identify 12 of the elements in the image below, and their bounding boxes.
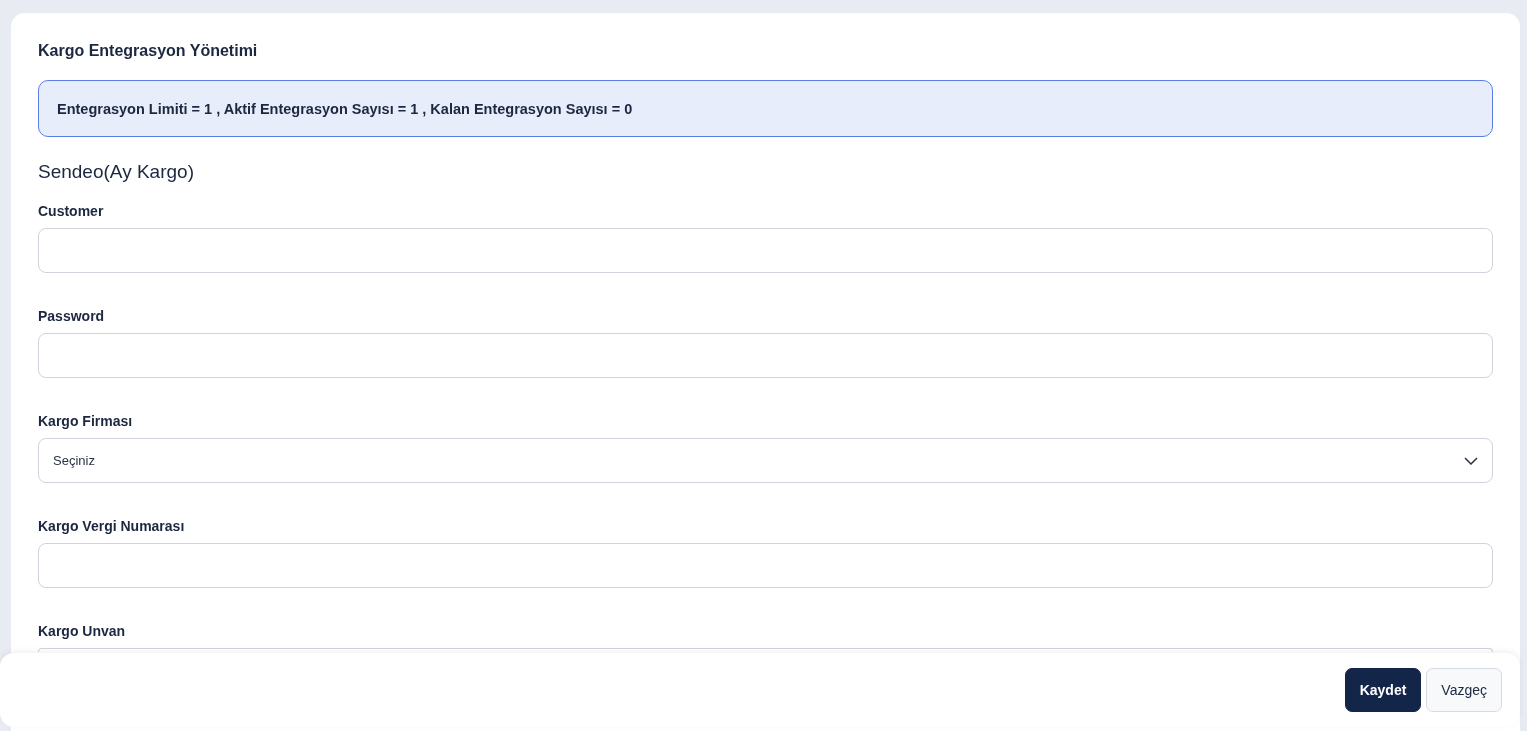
field-label: Password (38, 307, 106, 325)
field-label: Kargo Unvan (38, 622, 127, 640)
field-label: Kargo Firması (38, 412, 134, 430)
field-label: Kargo Vergi Numarası (38, 517, 186, 535)
chevron-down-icon (1464, 456, 1478, 465)
section-title: Sendeo(Ay Kargo) (38, 160, 195, 184)
field-label: Customer (38, 202, 105, 220)
info-banner: Entegrasyon Limiti = 1 , Aktif Entegrasyon Sayısı = 1 , Kalan Entegrasyon Sayısı = 0 (38, 80, 1493, 137)
select-field[interactable]: Seçiniz (38, 438, 1493, 483)
save-button[interactable]: Kaydet (1344, 668, 1422, 712)
cancel-button[interactable]: Vazgeç (1426, 668, 1502, 712)
panel-title: Kargo Entegrasyon Yönetimi (38, 41, 259, 61)
